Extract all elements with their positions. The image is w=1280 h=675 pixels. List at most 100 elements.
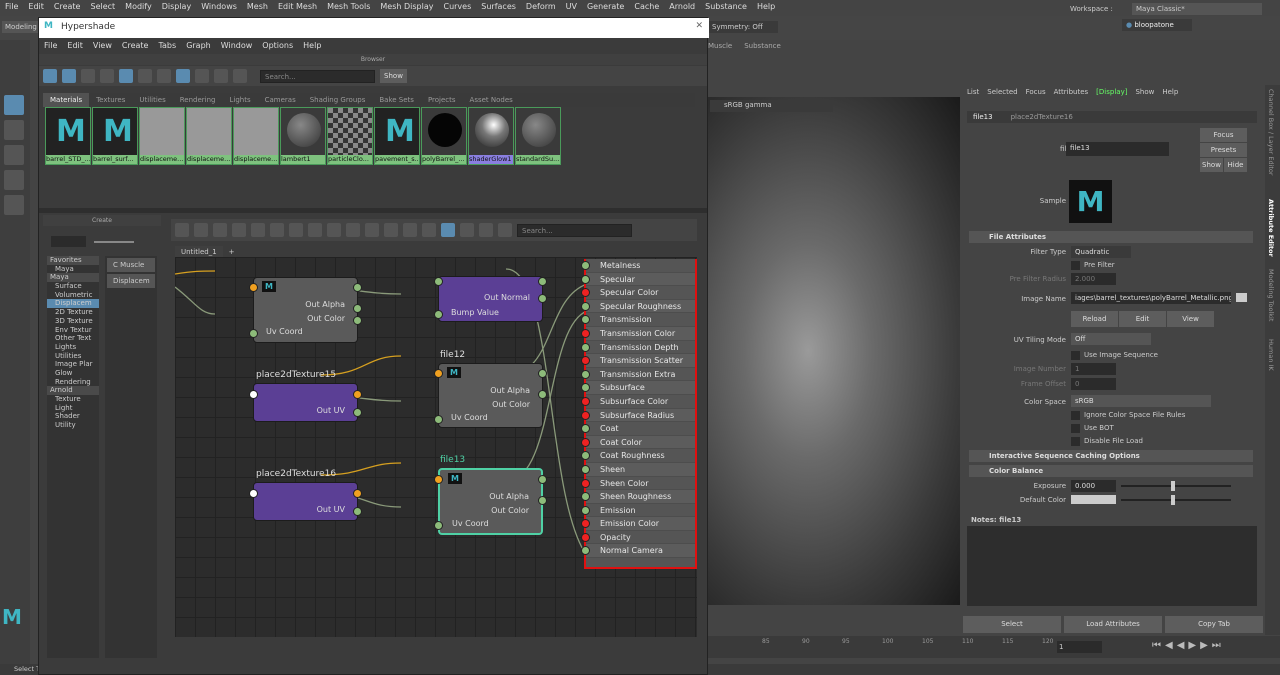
port-uv-coord[interactable]: Uv Coord — [266, 327, 303, 336]
menu-windows[interactable]: Windows — [196, 0, 242, 14]
create-tree-item[interactable]: Utilities — [47, 352, 99, 361]
input-port[interactable] — [581, 437, 590, 447]
material-attr[interactable]: Specular Roughness — [581, 299, 695, 314]
place2dtexture15-node[interactable]: Out UV — [249, 383, 362, 422]
sort-alpha-icon[interactable] — [176, 69, 190, 83]
clear-icon[interactable] — [270, 223, 284, 237]
file13-node-selected[interactable]: M Out Alpha Out Color Uv Coord — [434, 468, 547, 535]
symmetry-dropdown[interactable]: Symmetry: Off — [708, 21, 778, 33]
use-image-sequence-checkbox[interactable] — [1071, 351, 1080, 360]
tab-rendering[interactable]: Rendering — [173, 93, 223, 107]
graph-input-icon[interactable] — [175, 223, 189, 237]
port-out-uv[interactable]: Out UV — [317, 406, 345, 415]
exposure-slider[interactable] — [1121, 481, 1231, 491]
menu-arnold[interactable]: Arnold — [664, 0, 700, 14]
ae-menu-item[interactable]: Focus — [1026, 88, 1046, 96]
create-node-item[interactable]: Displacem — [107, 274, 155, 288]
sync-icon[interactable] — [479, 223, 493, 237]
sort-type-icon[interactable] — [195, 69, 209, 83]
select-tool-icon[interactable] — [4, 95, 24, 115]
show-button-browser[interactable]: Show — [380, 69, 407, 83]
create-tree-item[interactable]: Displacem — [47, 299, 99, 309]
input-port[interactable] — [581, 274, 590, 284]
user-account[interactable]: ● bloopatone — [1122, 19, 1192, 31]
material-attr[interactable]: Sheen Color — [581, 477, 695, 491]
create-tree-item[interactable]: Arnold — [47, 386, 99, 395]
material-attr[interactable]: Sheen — [581, 462, 695, 477]
node-search-input[interactable]: Search... — [517, 223, 632, 237]
medium-icon[interactable] — [119, 69, 133, 83]
material-swatch[interactable]: Mbarrel_surf... — [92, 107, 138, 165]
menu-mesh[interactable]: Mesh — [242, 0, 273, 14]
menu-modify[interactable]: Modify — [120, 0, 157, 14]
port-out-color[interactable]: Out Color — [491, 506, 529, 515]
hide-button[interactable]: Hide — [1224, 158, 1247, 172]
paint-tool-icon[interactable] — [4, 145, 24, 165]
viewport[interactable]: sRGB gamma — [707, 97, 960, 605]
close-icon[interactable]: ✕ — [695, 21, 703, 31]
input-port[interactable] — [581, 315, 590, 325]
hs-menu-help[interactable]: Help — [298, 38, 326, 54]
create-tree-item[interactable]: Texture — [47, 395, 99, 404]
current-frame-field[interactable]: 1 — [1057, 641, 1102, 653]
pre-filter-radius-field[interactable]: 2.000 — [1071, 273, 1116, 285]
port-out-alpha[interactable]: Out Alpha — [489, 492, 529, 501]
default-color-swatch[interactable] — [1071, 495, 1116, 504]
material-swatch[interactable]: standardSu... — [515, 107, 561, 165]
notes-textarea[interactable] — [967, 526, 1257, 606]
swatch-size-icon[interactable] — [100, 69, 114, 83]
mode-selector[interactable]: Modeling — [2, 21, 40, 33]
material-swatch[interactable]: displaceme... — [233, 107, 279, 165]
side-tab[interactable]: Attribute Editor — [1265, 195, 1277, 265]
color-space-dropdown-ae[interactable]: sRGB — [1071, 395, 1211, 407]
default-color-slider[interactable] — [1121, 495, 1231, 505]
menu-help[interactable]: Help — [752, 0, 780, 14]
input-port[interactable] — [581, 396, 590, 406]
material-swatch[interactable]: displaceme... — [139, 107, 185, 165]
ignore-color-space-rules-checkbox[interactable] — [1071, 411, 1080, 420]
material-swatch[interactable]: particleClo... — [327, 107, 373, 165]
search-icon[interactable] — [403, 223, 417, 237]
menu-surfaces[interactable]: Surfaces — [476, 0, 521, 14]
side-tab[interactable]: Channel Box / Layer Editor — [1265, 85, 1277, 195]
create-tree-item[interactable]: 2D Texture — [47, 308, 99, 317]
input-port[interactable] — [581, 505, 590, 515]
primary-attrs-icon[interactable] — [365, 223, 379, 237]
menu-display[interactable]: Display — [157, 0, 197, 14]
file-node-top[interactable]: M Out Alpha Out Color Uv Coord — [249, 277, 362, 343]
material-attr[interactable]: Emission — [581, 504, 695, 518]
ae-tab-place2dtexture16[interactable]: place2dTexture16 — [1011, 113, 1073, 121]
material-swatch[interactable]: displaceme... — [186, 107, 232, 165]
input-port[interactable] — [581, 342, 590, 352]
create-tree-item[interactable]: Rendering — [47, 378, 99, 387]
input-port[interactable] — [581, 464, 590, 474]
view-button[interactable]: View — [1167, 311, 1214, 327]
input-port[interactable] — [581, 288, 590, 298]
snapshot-icon[interactable] — [422, 223, 436, 237]
create-icon-size-slider[interactable] — [94, 241, 134, 243]
create-tree-item[interactable]: 3D Texture — [47, 317, 99, 326]
hs-menu-view[interactable]: View — [88, 38, 117, 54]
input-port[interactable] — [581, 410, 590, 420]
presets-button[interactable]: Presets — [1200, 143, 1247, 157]
create-tree-item[interactable]: Surface — [47, 282, 99, 291]
all-attrs-icon[interactable] — [384, 223, 398, 237]
lasso-tool-icon[interactable] — [4, 120, 24, 140]
input-port[interactable] — [581, 328, 590, 338]
create-tree-item[interactable]: Light — [47, 404, 99, 413]
material-swatch[interactable]: lambert1 — [280, 107, 326, 165]
material-attr[interactable]: Transmission — [581, 313, 695, 327]
small-icon[interactable] — [81, 69, 95, 83]
menu-uv[interactable]: UV — [561, 0, 582, 14]
menu-deform[interactable]: Deform — [521, 0, 561, 14]
material-attr[interactable]: Subsurface Color — [581, 395, 695, 409]
material-attr[interactable]: Transmission Depth — [581, 341, 695, 355]
material-swatch[interactable]: Mbarrel_STD_... — [45, 107, 91, 165]
create-filter-field[interactable] — [51, 236, 86, 247]
pre-filter-checkbox[interactable] — [1071, 261, 1080, 270]
create-tree-item[interactable]: Favorites — [47, 256, 99, 265]
tab-bake-sets[interactable]: Bake Sets — [372, 93, 421, 107]
create-tree-item[interactable]: Maya — [47, 265, 99, 274]
input-port[interactable] — [581, 451, 590, 461]
image-name-field[interactable]: iages\barrel_textures\polyBarrel_Metalli… — [1071, 292, 1231, 304]
